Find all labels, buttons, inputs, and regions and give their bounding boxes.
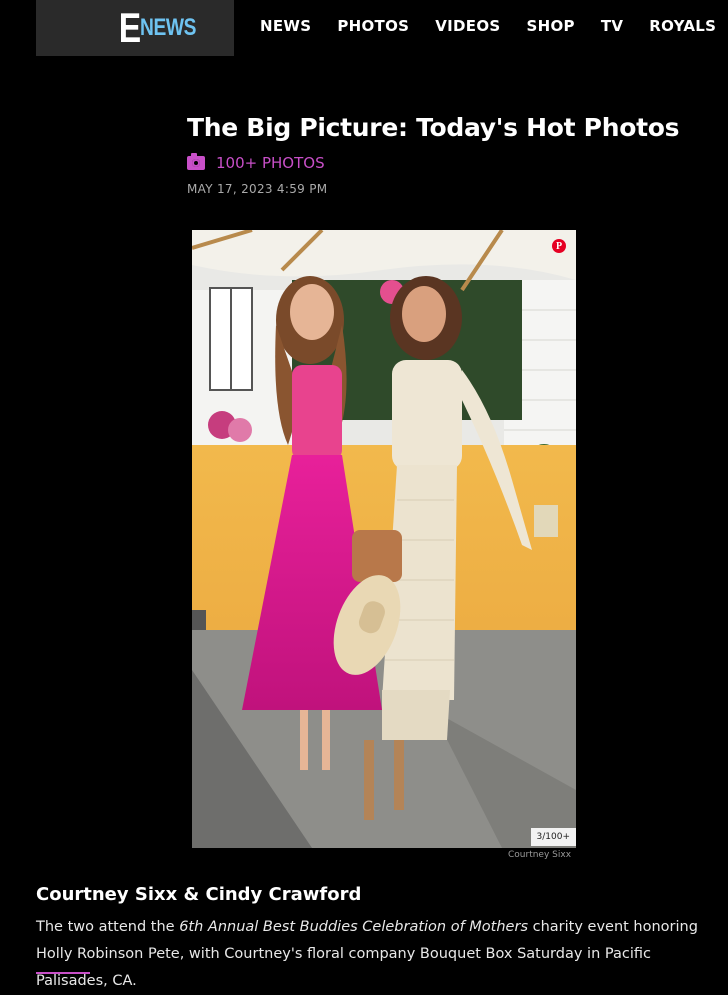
- nav-item-photos[interactable]: PHOTOS: [337, 17, 409, 35]
- photo-count-label: 100+ PHOTOS: [216, 154, 325, 172]
- nav-item-news[interactable]: NEWS: [260, 17, 311, 35]
- site-logo[interactable]: E NEWS: [36, 0, 234, 56]
- nav-item-videos[interactable]: VIDEOS: [435, 17, 500, 35]
- nav-item-royals[interactable]: ROYALS: [649, 17, 716, 35]
- caption-text-start: The two attend the: [36, 919, 180, 935]
- pinterest-icon[interactable]: P: [552, 239, 566, 253]
- caption-title: Courtney Sixx & Cindy Crawford: [36, 884, 362, 905]
- gallery-photo[interactable]: P 3/100+: [192, 230, 576, 848]
- photo-illustration: [192, 230, 576, 848]
- photo-counter: 3/100+: [530, 828, 576, 846]
- logo-news: NEWS: [140, 14, 196, 41]
- publish-date: MAY 17, 2023 4:59 PM: [187, 182, 328, 196]
- nav-item-tv[interactable]: TV: [601, 17, 623, 35]
- logo-e: E: [118, 4, 141, 51]
- photo-credit: Courtney Sixx: [508, 850, 572, 860]
- gallery-title: The Big Picture: Today's Hot Photos: [187, 113, 680, 142]
- nav-item-shop[interactable]: SHOP: [527, 17, 575, 35]
- camera-icon: [187, 153, 205, 170]
- photo-count-link[interactable]: 100+ PHOTOS: [187, 153, 325, 172]
- caption-text: The two attend the 6th Annual Best Buddi…: [36, 914, 706, 995]
- main-nav: NEWS PHOTOS VIDEOS SHOP TV ROYALS: [260, 17, 716, 35]
- accent-divider: [36, 972, 90, 974]
- caption-event-name: 6th Annual Best Buddies Celebration of M…: [179, 919, 528, 935]
